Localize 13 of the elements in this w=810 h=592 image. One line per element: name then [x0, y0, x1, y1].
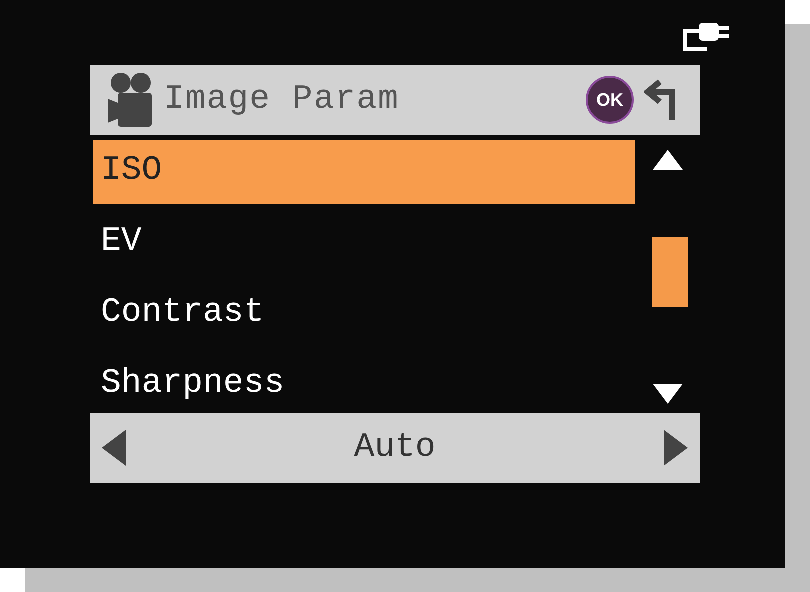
left-arrow-icon[interactable] [102, 430, 126, 466]
ok-button[interactable]: OK [586, 76, 634, 124]
menu-item[interactable]: EV [93, 210, 635, 274]
scroll-down-icon[interactable] [652, 384, 682, 404]
menu-item[interactable]: Contrast [93, 282, 635, 346]
menu-item[interactable]: Sharpness [93, 352, 635, 416]
right-arrow-icon[interactable] [664, 430, 688, 466]
video-camera-icon [108, 71, 154, 129]
scroll-up-icon[interactable] [652, 150, 682, 170]
menu-item[interactable]: ISO [93, 140, 635, 204]
menu-title: Image Param [164, 80, 400, 120]
value-text: Auto [354, 428, 436, 468]
scrollbar-thumb[interactable] [652, 237, 688, 307]
